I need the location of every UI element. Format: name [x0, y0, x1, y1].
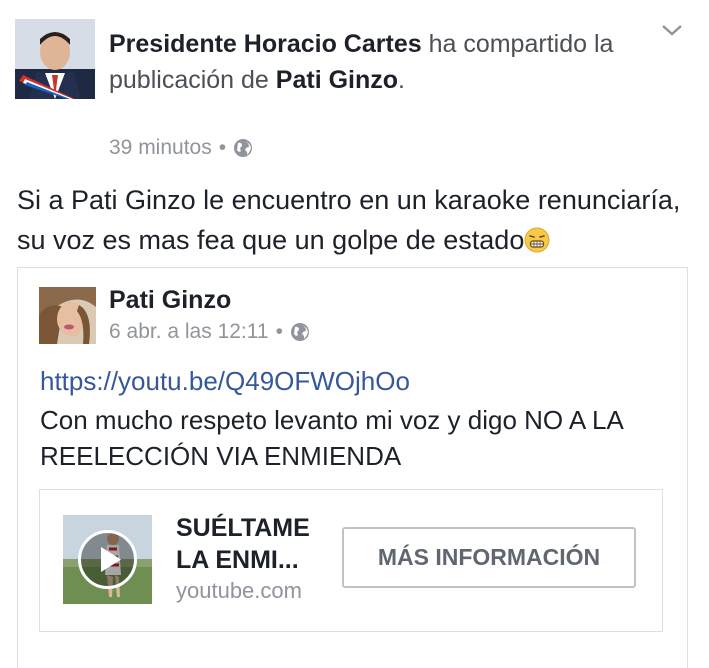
grimacing-face-emoji — [524, 227, 550, 253]
shared-meta: 6 abr. a las 12:11 • — [109, 320, 310, 344]
video-thumbnail[interactable] — [63, 515, 152, 604]
shared-text-line: Con mucho respeto levanto mi voz y digo … — [40, 405, 624, 435]
link-preview-domain: youtube.com — [176, 578, 302, 603]
shared-post[interactable]: Pati Ginzo 6 abr. a las 12:11 • https://… — [17, 267, 688, 668]
post-text-line-2-content: su voz es mas fea que un golpe de estado — [17, 225, 525, 255]
shared-post-body: Con mucho respeto levanto mi voz y digo … — [40, 402, 670, 474]
shared-timestamp[interactable]: 6 abr. a las 12:11 — [109, 320, 269, 344]
author-avatar-image — [15, 19, 95, 99]
post-timestamp[interactable]: 39 minutos — [109, 136, 212, 160]
more-info-button[interactable]: MÁS INFORMACIÓN — [342, 527, 636, 588]
shared-from-name[interactable]: Pati Ginzo — [276, 66, 398, 94]
post-text-line-2: su voz es mas fea que un golpe de estado — [17, 220, 697, 260]
link-preview-card[interactable]: SUÉLTAME LA ENMI... youtube.com MÁS INFO… — [39, 489, 663, 632]
shared-text-line-2: REELECCIÓN VIA ENMIENDA — [40, 441, 402, 471]
link-title-line-2: LA ENMI... — [176, 546, 299, 574]
post-text-line: Si a Pati Ginzo le encuentro en un karao… — [17, 185, 681, 215]
link-preview-title[interactable]: SUÉLTAME LA ENMI... — [176, 512, 326, 576]
meta-separator: • — [218, 136, 227, 159]
globe-icon — [234, 139, 253, 157]
post-body: Si a Pati Ginzo le encuentro en un karao… — [17, 180, 697, 260]
globe-icon — [290, 323, 309, 341]
post-meta: 39 minutos • — [109, 136, 253, 160]
shared-author-name[interactable]: Pati Ginzo — [109, 286, 231, 315]
chevron-down-icon[interactable] — [660, 20, 684, 40]
author-avatar[interactable] — [15, 19, 95, 99]
shared-author-avatar[interactable] — [39, 287, 96, 344]
shared-author-avatar-image — [39, 287, 96, 344]
author-name[interactable]: Presidente Horacio Cartes — [109, 30, 422, 58]
post-header: Presidente Horacio Cartes ha compartido … — [109, 26, 629, 98]
play-icon[interactable] — [76, 528, 139, 591]
shared-youtube-link[interactable]: https://youtu.be/Q49OFWOjhOo — [40, 366, 410, 397]
meta-separator: • — [275, 320, 283, 343]
link-title-line-1: SUÉLTAME — [176, 514, 310, 542]
header-punct: . — [398, 66, 405, 94]
